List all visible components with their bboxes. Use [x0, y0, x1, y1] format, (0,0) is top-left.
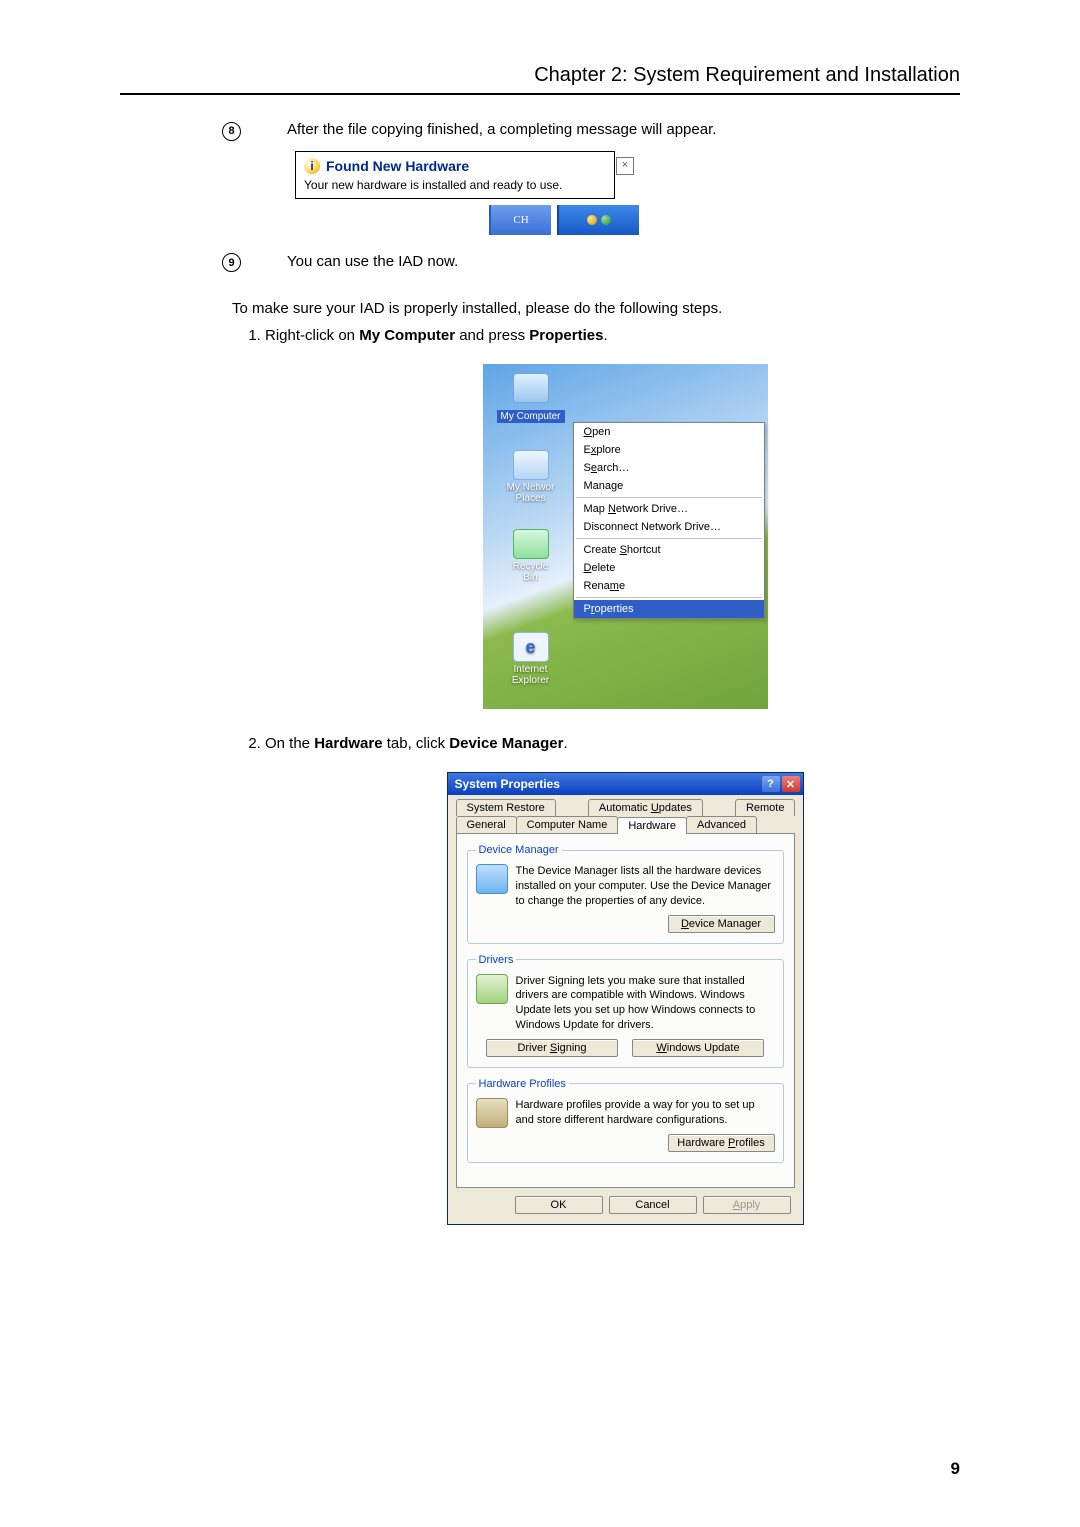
balloon-close-button[interactable]: ×	[616, 157, 634, 175]
desktop-screenshot: My Computer My Networ Places Recycle Bin…	[483, 364, 768, 709]
fieldset-drivers: Drivers Driver Signing lets you make sur…	[467, 954, 784, 1068]
dialog-title: System Properties	[455, 777, 560, 791]
step-1: Right-click on My Computer and press Pro…	[265, 327, 985, 727]
hardware-profiles-description: Hardware profiles provide a way for you …	[516, 1098, 775, 1128]
step2-bold1: Hardware	[314, 735, 382, 752]
ok-button[interactable]: OK	[515, 1196, 603, 1214]
legend-device-manager: Device Manager	[476, 844, 562, 856]
context-menu-open[interactable]: OOpenpen	[574, 423, 764, 441]
driver-signing-button[interactable]: Driver Signing	[486, 1039, 618, 1057]
tab-automatic-updates[interactable]: Automatic Updates	[588, 799, 703, 816]
context-menu-delete[interactable]: Delete	[574, 559, 764, 577]
device-manager-button[interactable]: Device Manager	[668, 915, 775, 933]
hardware-profiles-icon	[476, 1098, 508, 1128]
step2-bold2: Device Manager	[449, 735, 563, 752]
balloon-message: Your new hardware is installed and ready…	[304, 178, 606, 192]
desktop-icon-network-places[interactable]: My Networ Places	[506, 450, 556, 504]
found-new-hardware-balloon: × i Found New Hardware Your new hardware…	[295, 151, 640, 235]
tab-system-restore[interactable]: System Restore	[456, 799, 556, 816]
page-number: 9	[951, 1459, 960, 1479]
step1-text: Right-click on	[265, 327, 359, 344]
system-properties-dialog: System Properties ? ✕ System Restore Aut…	[447, 772, 804, 1225]
chapter-title: Chapter 2: System Requirement and Instal…	[120, 64, 960, 95]
tab-remote[interactable]: Remote	[735, 799, 796, 816]
desktop-label: Explorer	[506, 675, 556, 686]
step1-text: and press	[455, 327, 529, 344]
desktop-label: Recycle Bin	[506, 561, 556, 583]
drivers-icon	[476, 974, 508, 1004]
cancel-button[interactable]: Cancel	[609, 1196, 697, 1214]
desktop-label: Internet	[506, 664, 556, 675]
verify-paragraph: To make sure your IAD is properly instal…	[232, 300, 992, 317]
taskbar-tray[interactable]	[557, 205, 639, 235]
context-menu-properties[interactable]: Properties	[574, 600, 764, 618]
step1-bold1: My Computer	[359, 327, 455, 344]
context-menu: OOpenpen Explore Search… Manage Map Netw…	[573, 422, 765, 619]
step-2: On the Hardware tab, click Device Manage…	[265, 735, 985, 1243]
context-menu-search[interactable]: Search…	[574, 459, 764, 477]
instruction-9-text: You can use the IAD now.	[287, 253, 960, 273]
step2-text: tab, click	[383, 735, 450, 752]
step2-text: On the	[265, 735, 314, 752]
apply-button[interactable]: Apply	[703, 1196, 791, 1214]
bullet-9-icon: 9	[222, 253, 241, 272]
instruction-step-9: 9 You can use the IAD now.	[120, 253, 960, 273]
title-close-button[interactable]: ✕	[782, 776, 800, 792]
drivers-description: Driver Signing lets you make sure that i…	[516, 974, 775, 1033]
context-menu-create-shortcut[interactable]: Create Shortcut	[574, 541, 764, 559]
desktop-label-my-computer: My Computer	[497, 410, 565, 423]
context-menu-manage[interactable]: Manage	[574, 477, 764, 495]
desktop-icon-recycle-bin[interactable]: Recycle Bin	[506, 529, 556, 583]
balloon-title-text: Found New Hardware	[326, 158, 469, 174]
instruction-step-8: 8 After the file copying finished, a com…	[120, 121, 960, 141]
context-menu-disconnect-network-drive[interactable]: Disconnect Network Drive…	[574, 518, 764, 536]
context-menu-map-network-drive[interactable]: Map Network Drive…	[574, 500, 764, 518]
desktop-icon-internet-explorer[interactable]: e Internet Explorer	[506, 632, 556, 686]
tray-icon	[601, 215, 611, 225]
windows-update-button[interactable]: Windows Update	[632, 1039, 764, 1057]
desktop-label: My Networ Places	[506, 482, 556, 504]
hardware-profiles-button[interactable]: Hardware Profiles	[668, 1134, 775, 1152]
taskbar-language[interactable]: CH	[489, 205, 551, 235]
tab-advanced[interactable]: Advanced	[686, 816, 757, 833]
instruction-8-text: After the file copying finished, a compl…	[287, 121, 960, 141]
tray-icon	[587, 215, 597, 225]
context-menu-explore[interactable]: Explore	[574, 441, 764, 459]
fieldset-hardware-profiles: Hardware Profiles Hardware profiles prov…	[467, 1078, 784, 1163]
fieldset-device-manager: Device Manager The Device Manager lists …	[467, 844, 784, 944]
step2-text: .	[564, 735, 568, 752]
info-icon: i	[304, 158, 320, 174]
tab-hardware[interactable]: Hardware	[617, 817, 687, 834]
step1-bold2: Properties	[529, 327, 603, 344]
device-manager-icon	[476, 864, 508, 894]
title-help-button[interactable]: ?	[762, 776, 780, 792]
context-menu-rename[interactable]: Rename	[574, 577, 764, 595]
legend-drivers: Drivers	[476, 954, 517, 966]
tab-computer-name[interactable]: Computer Name	[516, 816, 619, 833]
desktop-icon-my-computer[interactable]	[506, 373, 556, 405]
taskbar: CH	[295, 205, 639, 235]
step1-text: .	[603, 327, 607, 344]
device-manager-description: The Device Manager lists all the hardwar…	[516, 864, 775, 909]
legend-hardware-profiles: Hardware Profiles	[476, 1078, 569, 1090]
tab-general[interactable]: General	[456, 816, 517, 833]
bullet-8-icon: 8	[222, 122, 241, 141]
